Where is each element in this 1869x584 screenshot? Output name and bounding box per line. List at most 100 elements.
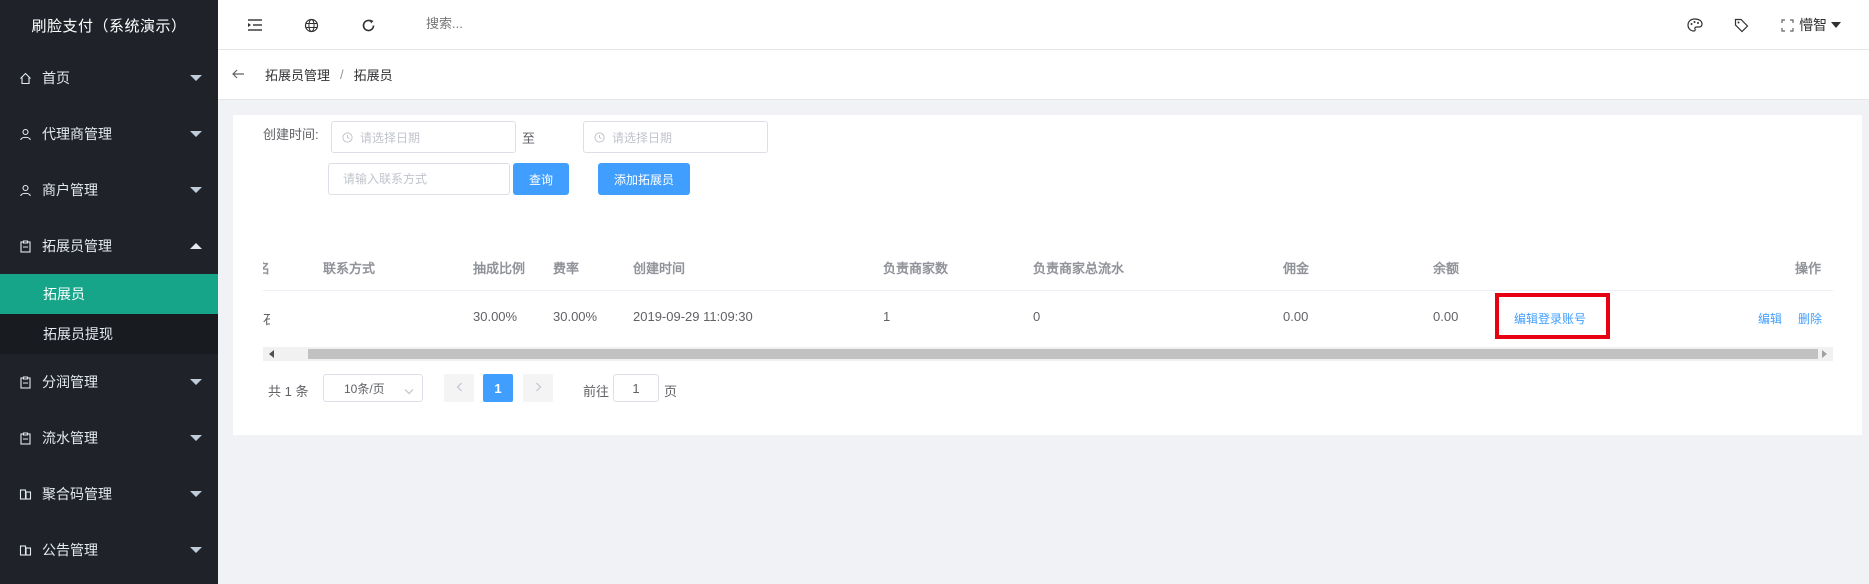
globe-icon[interactable] (301, 15, 321, 35)
breadcrumb-separator: / (340, 67, 344, 82)
col-name-header: 名 (263, 261, 270, 276)
app-title: 刷脸支付（系统演示） (0, 0, 218, 50)
prev-page-button[interactable] (444, 374, 474, 402)
document-icon (18, 543, 32, 557)
caret-down-icon (190, 547, 202, 553)
breadcrumb-parent[interactable]: 拓展员管理 (265, 65, 330, 84)
submenu-promoter: 拓展员 拓展员提现 (0, 274, 218, 354)
back-arrow-icon[interactable] (232, 67, 245, 82)
col-merchant-flow-header: 负责商家总流水 (1033, 261, 1125, 276)
end-date-placeholder: 请选择日期 (612, 130, 673, 145)
sidebar-item-promoter-mgmt[interactable]: 拓展员管理 (0, 218, 218, 274)
caret-down-icon (190, 379, 202, 385)
col-commission-ratio-header: 抽成比例 (473, 261, 526, 276)
caret-down-icon (190, 491, 202, 497)
fullscreen-icon[interactable] (1777, 15, 1797, 35)
clock-icon (342, 131, 353, 143)
goto-suffix: 页 (664, 384, 678, 399)
sidebar: 刷脸支付（系统演示） 首页 代理商管理 商户管理 拓展员管理 拓展员 拓展员提现 (0, 0, 218, 584)
sidebar-item-label: 商户管理 (42, 182, 98, 198)
clipboard-icon (18, 239, 32, 253)
cell-commission-ratio: 30.00% (473, 309, 518, 324)
sidebar-item-label: 首页 (42, 70, 70, 86)
end-date-picker[interactable]: 请选择日期 (583, 121, 768, 153)
col-merchant-count-header: 负责商家数 (883, 261, 949, 276)
scroll-right-icon[interactable] (1822, 350, 1827, 358)
breadcrumb: 拓展员管理 / 拓展员 (218, 50, 1869, 100)
contact-search-input[interactable] (328, 163, 510, 195)
table-horizontal-scrollbar[interactable] (263, 347, 1833, 361)
menu-fold-icon[interactable] (245, 15, 265, 35)
sidebar-item-announcement[interactable]: 公告管理 (0, 522, 218, 578)
cell-rate: 30.00% (553, 309, 598, 324)
cell-commission: 0.00 (1283, 309, 1309, 324)
start-date-picker[interactable]: 请选择日期 (331, 121, 516, 153)
chevron-left-icon (456, 381, 463, 395)
sidebar-item-promoter-withdraw[interactable]: 拓展员提现 (0, 314, 218, 354)
top-header: 懵智 (218, 0, 1869, 50)
page-size-value: 10条/页 (344, 381, 385, 396)
col-commission-header: 佣金 (1283, 261, 1310, 276)
clipboard-icon (18, 375, 32, 389)
next-page-button[interactable] (523, 374, 553, 402)
caret-up-icon (190, 243, 202, 249)
page-number-current[interactable]: 1 (483, 374, 513, 402)
start-date-placeholder: 请选择日期 (360, 130, 421, 145)
chevron-right-icon (535, 381, 542, 395)
cell-merchant-count: 1 (883, 309, 891, 324)
goto-page-input[interactable] (613, 374, 659, 402)
cell-created-at: 2019-09-29 11:09:30 (633, 309, 753, 324)
col-rate-header: 费率 (553, 261, 580, 276)
sidebar-item-profit-share[interactable]: 分润管理 (0, 354, 218, 410)
sidebar-item-aggregate-code[interactable]: 聚合码管理 (0, 466, 218, 522)
sidebar-item-merchant[interactable]: 商户管理 (0, 162, 218, 218)
table-header-divider (263, 290, 1833, 291)
breadcrumb-current: 拓展员 (353, 68, 393, 83)
main-card: 创建时间: 请选择日期 至 请选择日期 查询 添加拓展员 名 联系方式 抽成比例… (233, 115, 1862, 435)
col-contact-header: 联系方式 (323, 261, 376, 276)
cell-name: 石 (263, 312, 270, 327)
sidebar-item-home[interactable]: 首页 (0, 50, 218, 106)
sidebar-item-label: 流水管理 (42, 430, 98, 446)
user-icon (18, 127, 32, 141)
col-created-at-header: 创建时间 (633, 261, 686, 276)
query-button[interactable]: 查询 (513, 163, 569, 195)
sidebar-item-label: 公告管理 (42, 542, 98, 558)
user-name: 懵智 (1799, 17, 1827, 33)
delete-link[interactable]: 删除 (1798, 310, 1822, 327)
sidebar-item-label: 拓展员管理 (42, 238, 112, 254)
clipboard-icon (18, 431, 32, 445)
sidebar-item-agent[interactable]: 代理商管理 (0, 106, 218, 162)
refresh-icon[interactable] (358, 15, 378, 35)
cell-merchant-flow: 0 (1033, 309, 1041, 324)
user-menu[interactable]: 懵智 (1799, 15, 1841, 35)
search-input[interactable] (426, 16, 626, 31)
sidebar-item-label: 代理商管理 (42, 126, 112, 142)
chevron-down-icon (404, 384, 414, 398)
range-separator: 至 (522, 131, 536, 146)
user-icon (18, 183, 32, 197)
col-actions-header: 操作 (1795, 261, 1822, 276)
edit-link[interactable]: 编辑 (1758, 310, 1782, 327)
scrollbar-thumb[interactable] (308, 349, 1818, 359)
scroll-left-icon[interactable] (269, 350, 274, 358)
highlight-annotation-box (1495, 293, 1610, 339)
sidebar-item-flow[interactable]: 流水管理 (0, 410, 218, 466)
caret-down-icon (190, 75, 202, 81)
caret-down-icon (190, 435, 202, 441)
caret-down-icon (190, 131, 202, 137)
cell-balance: 0.00 (1433, 309, 1459, 324)
add-promoter-button[interactable]: 添加拓展员 (598, 163, 690, 195)
page-size-select[interactable]: 10条/页 (323, 374, 423, 402)
palette-icon[interactable] (1685, 15, 1705, 35)
sidebar-item-label: 分润管理 (42, 374, 98, 390)
sidebar-item-promoter[interactable]: 拓展员 (0, 274, 218, 314)
tag-icon[interactable] (1731, 15, 1751, 35)
col-balance-header: 余额 (1433, 261, 1460, 276)
goto-prefix: 前往 (583, 384, 610, 399)
sidebar-item-label: 聚合码管理 (42, 486, 112, 502)
create-time-label: 创建时间: (263, 127, 319, 142)
document-icon (18, 487, 32, 501)
caret-down-icon (1831, 22, 1841, 28)
home-icon (18, 71, 32, 85)
